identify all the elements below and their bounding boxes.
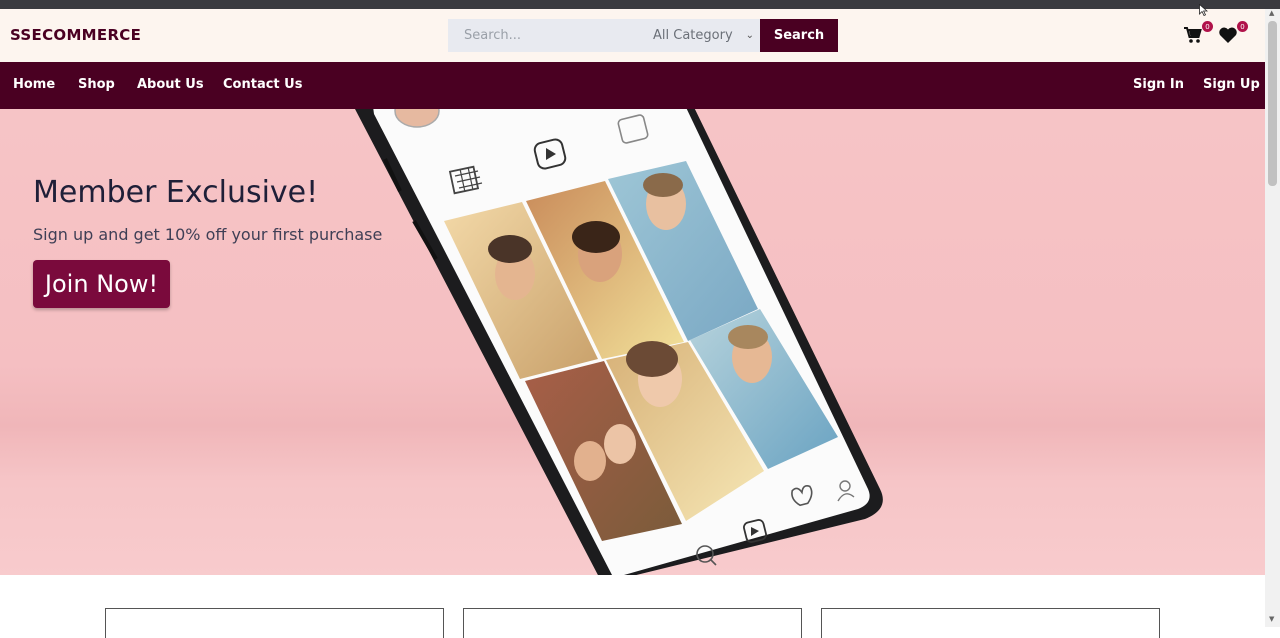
main-nav: Home Shop About Us Contact Us Sign In Si… [0,62,1265,109]
wishlist-button[interactable]: 0 [1218,21,1248,48]
hero-title: Member Exclusive! [33,175,319,210]
search-bar: All Category ⌄ Search [448,19,838,52]
join-now-button[interactable]: Join Now! [33,260,170,308]
scrollbar-thumb[interactable] [1268,21,1277,186]
site-header: SSECOMMERCE All Category ⌄ Search 0 0 [0,9,1265,62]
category-select[interactable]: All Category ⌄ [638,19,760,52]
cart-count-badge: 0 [1202,21,1213,32]
page-scrollbar[interactable]: ▲ ▼ [1265,9,1280,627]
browser-top-strip [0,0,1280,9]
nav-about-us[interactable]: About Us [137,77,204,92]
nav-sign-in[interactable]: Sign In [1133,77,1184,92]
nav-contact-us[interactable]: Contact Us [223,77,302,92]
wishlist-count-badge: 0 [1237,21,1248,32]
scroll-down-icon[interactable]: ▼ [1269,615,1274,623]
nav-shop[interactable]: Shop [78,77,115,92]
feature-card [105,608,444,638]
scroll-up-icon[interactable]: ▲ [1269,9,1274,17]
search-input[interactable] [448,19,638,52]
cart-button[interactable]: 0 [1183,21,1213,48]
brand-logo[interactable]: SSECOMMERCE [10,26,141,44]
hero-subtitle: Sign up and get 10% off your first purch… [33,225,383,244]
category-select-value: All Category [653,28,733,43]
feature-card [821,608,1160,638]
hero-banner: Member Exclusive! Sign up and get 10% of… [0,109,1265,575]
nav-home[interactable]: Home [13,77,55,92]
feature-card [463,608,802,638]
search-button[interactable]: Search [760,19,838,52]
nav-sign-up[interactable]: Sign Up [1203,77,1260,92]
chevron-down-icon: ⌄ [745,30,754,41]
heart-icon [1219,27,1237,43]
cart-icon [1184,27,1202,43]
mouse-pointer-icon [1199,4,1208,16]
